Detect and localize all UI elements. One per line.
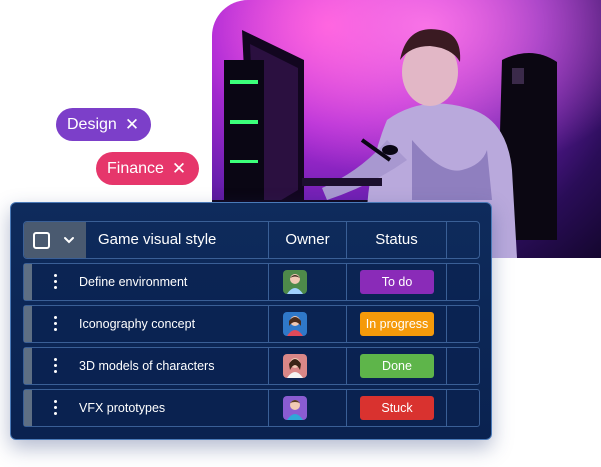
select-control xyxy=(24,222,86,258)
column-divider xyxy=(346,348,347,384)
status-badge[interactable]: In progress xyxy=(360,312,434,336)
row-accent xyxy=(24,306,32,342)
column-divider xyxy=(346,264,347,300)
task-name[interactable]: 3D models of characters xyxy=(79,348,214,384)
checkbox-icon[interactable] xyxy=(33,232,50,249)
task-name[interactable]: VFX prototypes xyxy=(79,390,165,426)
tag-label: Finance xyxy=(107,159,164,177)
column-divider xyxy=(346,390,347,426)
tag-design[interactable]: Design ✕ xyxy=(56,108,151,141)
row-accent xyxy=(24,264,32,300)
row-accent xyxy=(24,390,32,426)
table-row[interactable]: 3D models of characters Done xyxy=(23,347,480,385)
column-divider xyxy=(346,306,347,342)
avatar-icon[interactable] xyxy=(283,354,307,378)
row-accent xyxy=(24,348,32,384)
avatar-icon[interactable] xyxy=(283,270,307,294)
table-row[interactable]: Define environment To do xyxy=(23,263,480,301)
close-icon[interactable]: ✕ xyxy=(172,160,186,177)
status-badge[interactable]: To do xyxy=(360,270,434,294)
column-divider xyxy=(268,390,269,426)
status-badge[interactable]: Stuck xyxy=(360,396,434,420)
column-divider xyxy=(268,306,269,342)
tag-label: Design xyxy=(67,115,117,133)
column-divider xyxy=(446,390,447,426)
more-vertical-icon[interactable] xyxy=(54,400,58,416)
column-header-owner[interactable]: Owner xyxy=(269,222,346,258)
column-divider xyxy=(446,222,447,258)
chevron-down-icon[interactable] xyxy=(62,233,76,247)
more-vertical-icon[interactable] xyxy=(54,358,58,374)
board-title: Game visual style xyxy=(98,231,217,248)
column-divider xyxy=(446,306,447,342)
tag-finance[interactable]: Finance ✕ xyxy=(96,152,199,185)
avatar-icon[interactable] xyxy=(283,312,307,336)
close-icon[interactable]: ✕ xyxy=(125,116,139,133)
column-divider xyxy=(268,264,269,300)
task-name[interactable]: Define environment xyxy=(79,264,187,300)
column-header-status[interactable]: Status xyxy=(347,222,446,258)
more-vertical-icon[interactable] xyxy=(54,316,58,332)
table-row[interactable]: Iconography concept In progress xyxy=(23,305,480,343)
task-name[interactable]: Iconography concept xyxy=(79,306,195,342)
avatar-icon[interactable] xyxy=(283,396,307,420)
status-badge[interactable]: Done xyxy=(360,354,434,378)
board-header: Game visual style Owner Status xyxy=(23,221,480,259)
column-divider xyxy=(268,348,269,384)
table-row[interactable]: VFX prototypes Stuck xyxy=(23,389,480,427)
column-divider xyxy=(446,348,447,384)
more-vertical-icon[interactable] xyxy=(54,274,58,290)
column-divider xyxy=(446,264,447,300)
task-board: Game visual style Owner Status Define en… xyxy=(10,202,492,440)
